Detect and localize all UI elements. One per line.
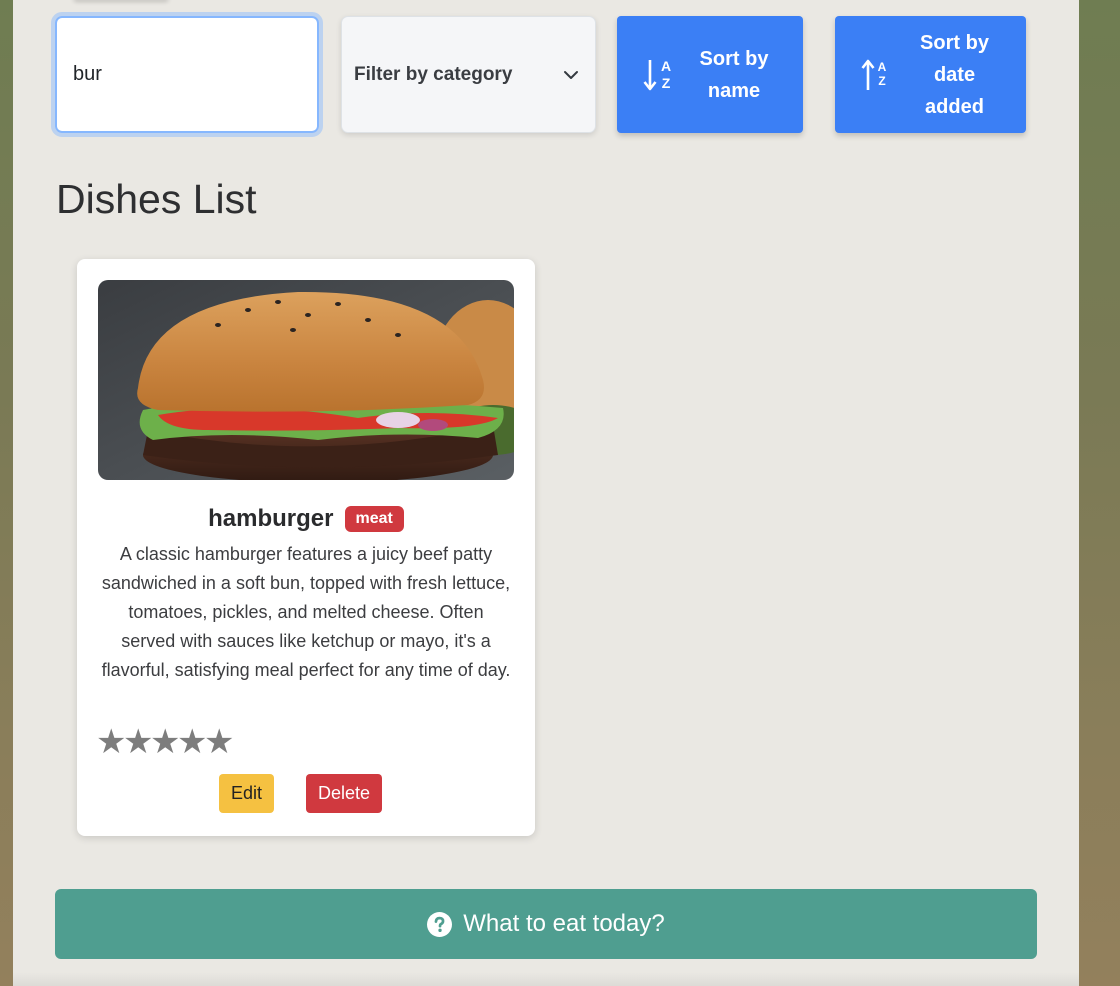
dish-title-row: hamburger meat — [77, 505, 535, 533]
bottom-shade — [13, 972, 1079, 986]
main-panel: Filter by category A Z Sort by name A Z … — [13, 0, 1079, 986]
star-icon[interactable]: ★ — [150, 723, 180, 761]
star-icon[interactable]: ★ — [204, 723, 234, 761]
dish-card: hamburger meat A classic hamburger featu… — [77, 259, 535, 836]
what-to-eat-button[interactable]: What to eat today? — [55, 889, 1037, 959]
dish-description: A classic hamburger features a juicy bee… — [101, 544, 511, 680]
star-rating[interactable]: ★ ★ ★ ★ ★ — [96, 723, 234, 761]
star-icon[interactable]: ★ — [123, 723, 153, 761]
sort-alpha-up-icon: A Z — [861, 59, 887, 90]
category-filter-select[interactable]: Filter by category — [341, 16, 596, 133]
sort-by-date-label: Sort by date added — [920, 31, 989, 118]
chevron-down-icon — [559, 63, 583, 87]
svg-text:A: A — [878, 60, 887, 74]
search-input[interactable] — [51, 12, 323, 137]
star-icon[interactable]: ★ — [96, 723, 126, 761]
svg-text:Z: Z — [878, 74, 885, 88]
sort-by-date-button[interactable]: A Z Sort by date added — [835, 16, 1026, 133]
sort-by-name-button[interactable]: A Z Sort by name — [617, 16, 803, 133]
category-badge: meat — [344, 506, 404, 532]
svg-text:Z: Z — [662, 75, 671, 91]
what-to-eat-label: What to eat today? — [463, 910, 665, 937]
dish-image — [98, 280, 514, 480]
question-circle-icon — [427, 911, 453, 937]
svg-text:A: A — [661, 58, 671, 74]
dish-name: hamburger — [208, 505, 334, 532]
filter-label: Filter by category — [354, 63, 513, 85]
sort-by-name-label: Sort by name — [699, 47, 769, 102]
star-icon[interactable]: ★ — [177, 723, 207, 761]
edit-button[interactable]: Edit — [219, 774, 274, 813]
sort-alpha-down-icon: A Z — [643, 58, 671, 91]
dishes-list-title: Dishes List — [56, 176, 257, 222]
delete-button[interactable]: Delete — [306, 774, 382, 813]
